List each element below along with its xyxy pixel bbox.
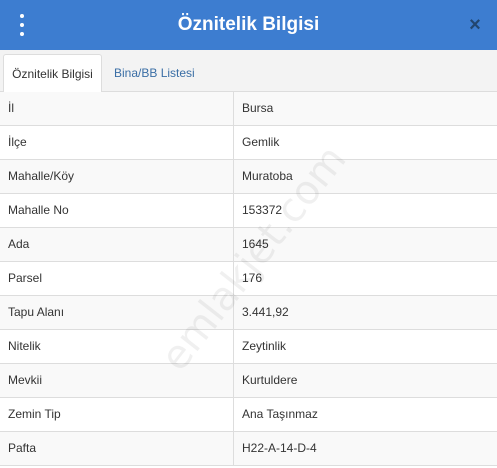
tab-bina-bb-listesi[interactable]: Bina/BB Listesi — [104, 54, 205, 92]
table-row: Mahalle No 153372 — [0, 194, 497, 228]
table-row: Mahalle/Köy Muratoba — [0, 160, 497, 194]
attribute-key: Tapu Alanı — [0, 296, 234, 329]
table-row: Parsel 176 — [0, 262, 497, 296]
attribute-value: Bursa — [242, 101, 274, 115]
attribute-key: Zemin Tip — [0, 398, 234, 431]
attribute-value: Muratoba — [242, 169, 293, 183]
tab-bar: Öznitelik Bilgisi Bina/BB Listesi — [0, 50, 497, 93]
attribute-key: İl — [0, 92, 234, 125]
panel-title: Öznitelik Bilgisi — [177, 14, 320, 35]
panel-header: Öznitelik Bilgisi × — [0, 0, 497, 50]
attribute-value: 3.441,92 — [242, 305, 289, 319]
attribute-value: 153372 — [242, 203, 283, 217]
attribute-key: Mevkii — [0, 364, 234, 397]
attribute-value: 1645 — [242, 237, 269, 251]
attribute-value: Kurtuldere — [242, 373, 298, 387]
attribute-key: Ada — [0, 228, 234, 261]
attribute-key: Nitelik — [0, 330, 234, 363]
tab-oznitelik-bilgisi[interactable]: Öznitelik Bilgisi — [3, 54, 102, 93]
attribute-key: Parsel — [0, 262, 234, 295]
table-row: Zemin Tip Ana Taşınmaz — [0, 398, 497, 432]
table-row: Nitelik Zeytinlik — [0, 330, 497, 364]
attribute-key: İlçe — [0, 126, 234, 159]
attribute-value: 176 — [242, 271, 263, 285]
table-row: Pafta H22-A-14-D-4 — [0, 432, 497, 466]
table-row: Mevkii Kurtuldere — [0, 364, 497, 398]
attribute-key: Mahalle/Köy — [0, 160, 234, 193]
attribute-key: Pafta — [0, 432, 234, 465]
attribute-table: İl Bursa İlçe Gemlik Mahalle/Köy Muratob… — [0, 92, 497, 466]
table-row: İlçe Gemlik — [0, 126, 497, 160]
close-icon[interactable]: × — [465, 13, 485, 37]
attribute-key: Mahalle No — [0, 194, 234, 227]
attribute-value: H22-A-14-D-4 — [242, 441, 317, 455]
table-row: Tapu Alanı 3.441,92 — [0, 296, 497, 330]
attribute-value: Gemlik — [242, 135, 280, 149]
table-row: Ada 1645 — [0, 228, 497, 262]
table-row: İl Bursa — [0, 92, 497, 126]
attribute-value: Zeytinlik — [242, 339, 287, 353]
attribute-value: Ana Taşınmaz — [242, 407, 318, 421]
